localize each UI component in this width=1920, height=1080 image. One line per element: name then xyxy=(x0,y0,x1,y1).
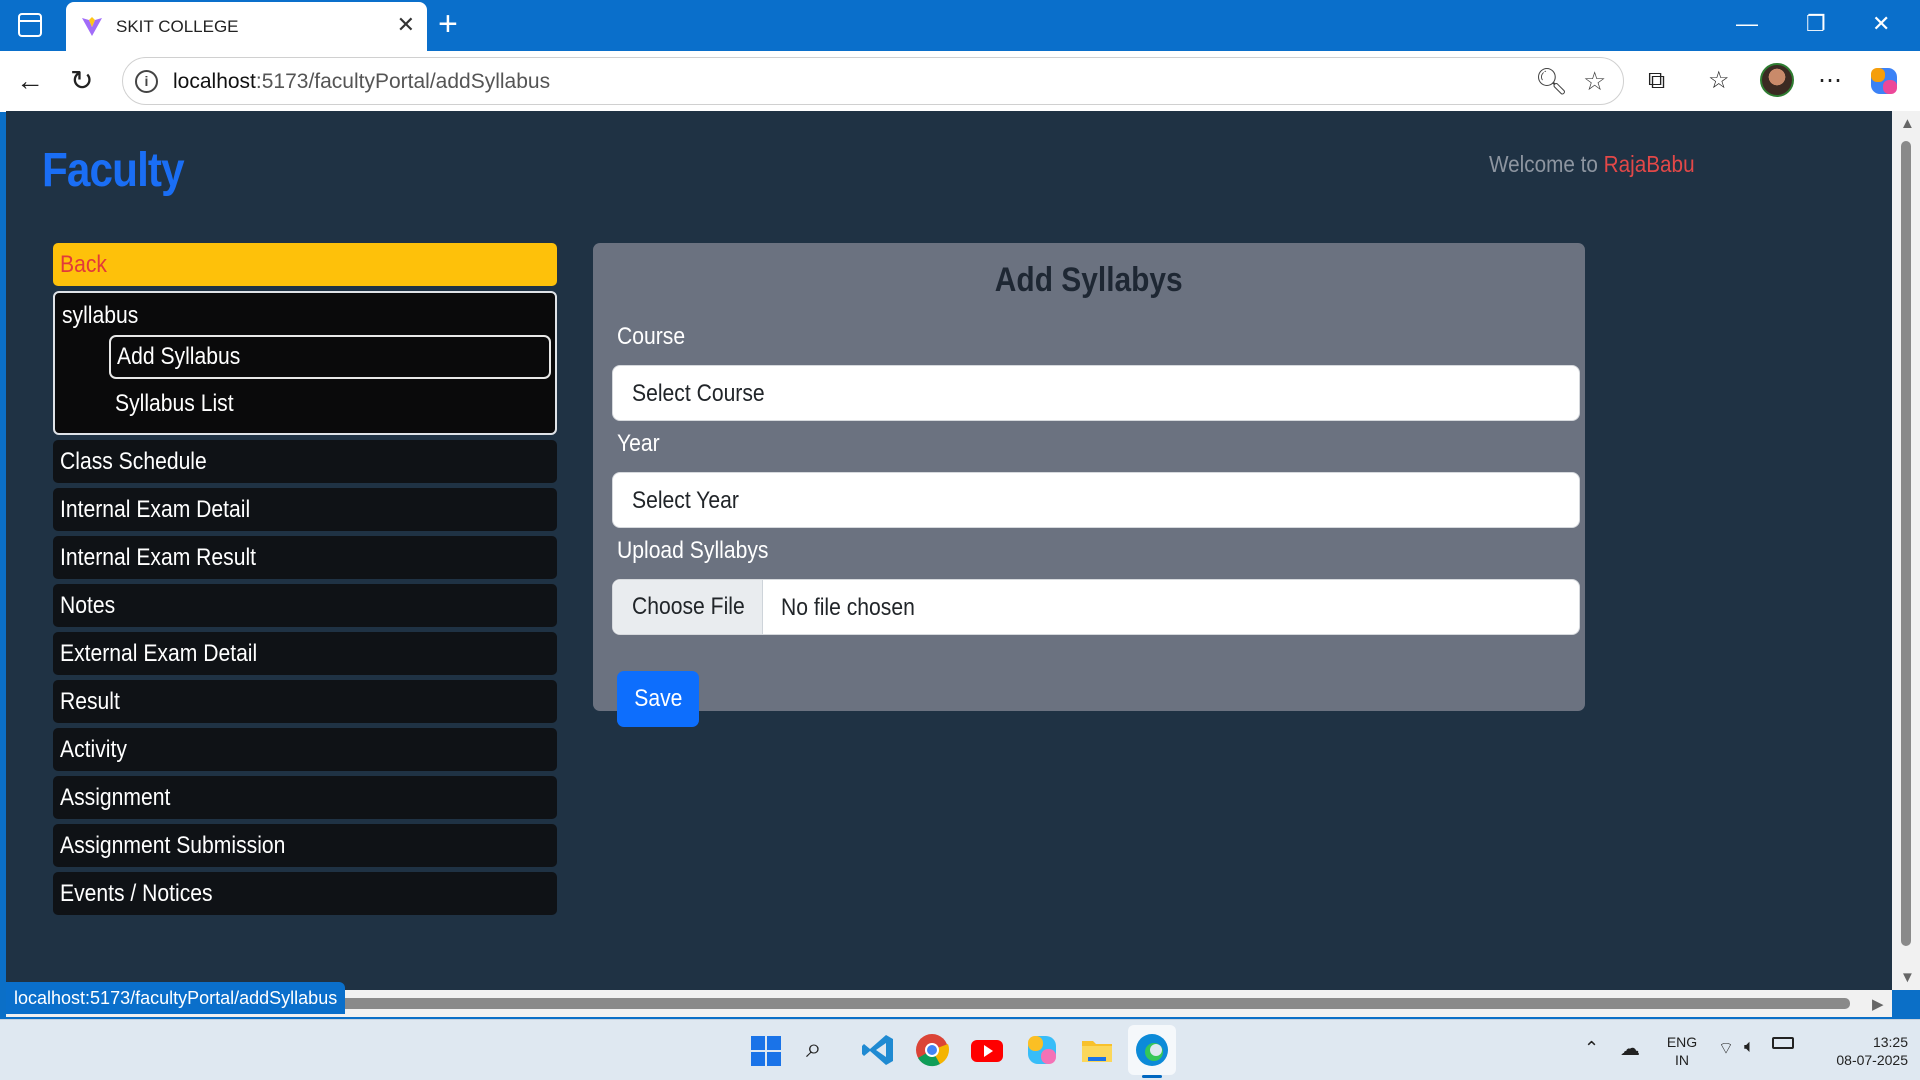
chrome-icon[interactable] xyxy=(914,1032,950,1068)
sidebar-group-syllabus: syllabus Add Syllabus Syllabus List xyxy=(53,291,557,435)
wifi-icon[interactable]: ⌔ xyxy=(1718,1038,1734,1059)
profile-avatar[interactable] xyxy=(1760,63,1794,97)
extensions-icon[interactable]: ⧉ xyxy=(1648,65,1665,97)
sidebar-item-notes[interactable]: Notes xyxy=(53,584,557,627)
clock[interactable]: 13:25 08-07-2025 xyxy=(1808,1033,1908,1069)
save-button[interactable]: Save xyxy=(617,671,699,727)
tray-chevron-icon[interactable]: ⌃ xyxy=(1584,1038,1599,1059)
copilot-app-icon[interactable] xyxy=(1024,1032,1060,1068)
sidebar-item-assignment-submission[interactable]: Assignment Submission xyxy=(53,824,557,867)
more-menu-icon[interactable]: ⋯ xyxy=(1818,65,1842,97)
scroll-right-icon[interactable]: ▶ xyxy=(1872,995,1884,1013)
vertical-scroll-thumb[interactable] xyxy=(1901,141,1911,946)
window-close-icon[interactable]: ✕ xyxy=(1872,10,1890,38)
sidebar-item-result[interactable]: Result xyxy=(53,680,557,723)
windows-start-icon[interactable] xyxy=(751,1036,781,1066)
welcome-message: Welcome to RajaBabu xyxy=(1489,151,1695,177)
status-bar-url: localhost:5173/facultyPortal/addSyllabus xyxy=(6,982,346,1014)
course-label: Course xyxy=(617,323,686,350)
page-viewport: Faculty Welcome to RajaBabu Back syllabu… xyxy=(6,111,1892,990)
file-explorer-icon[interactable] xyxy=(1079,1032,1115,1068)
youtube-icon[interactable] xyxy=(969,1032,1005,1068)
address-bar[interactable]: i localhost:5173/facultyPortal/addSyllab… xyxy=(122,57,1624,105)
course-select[interactable]: Select Course xyxy=(612,365,1580,421)
sidebar-toggle-icon[interactable] xyxy=(18,13,42,37)
sidebar-item-syllabus-list[interactable]: Syllabus List xyxy=(109,383,551,427)
username: RajaBabu xyxy=(1603,151,1695,177)
volume-icon[interactable]: 🔈︎ xyxy=(1744,1036,1755,1057)
vertical-scrollbar[interactable]: ▲ ▼ xyxy=(1892,111,1920,990)
search-icon[interactable]: ⌕ xyxy=(806,1032,822,1065)
year-label: Year xyxy=(617,430,660,457)
file-status: No file chosen xyxy=(781,594,915,621)
sidebar-item-add-syllabus[interactable]: Add Syllabus xyxy=(109,335,551,379)
browser-titlebar: SKIT COLLEGE ✕ + — ❐ ✕ xyxy=(0,0,1920,51)
sidebar-item-internal-exam-detail[interactable]: Internal Exam Detail xyxy=(53,488,557,531)
add-syllabus-form: Add Syllabys Course Select Course Year S… xyxy=(593,243,1585,727)
tab-title: SKIT COLLEGE xyxy=(116,17,239,36)
brand-title: Faculty xyxy=(42,144,185,197)
language-indicator[interactable]: ENG IN xyxy=(1662,1033,1702,1069)
favorites-icon[interactable]: ☆ xyxy=(1708,65,1730,97)
vite-favicon-icon xyxy=(82,17,102,36)
tab-close-icon[interactable]: ✕ xyxy=(397,13,415,37)
sidebar-item-class-schedule[interactable]: Class Schedule xyxy=(53,440,557,483)
reload-icon[interactable]: ↻ xyxy=(70,65,93,97)
scroll-down-icon[interactable]: ▼ xyxy=(1900,969,1915,986)
choose-file-button[interactable]: Choose File xyxy=(613,580,763,634)
new-tab-button[interactable]: + xyxy=(438,6,458,42)
restore-icon[interactable]: ❐ xyxy=(1806,10,1826,38)
url-text[interactable]: localhost:5173/facultyPortal/addSyllabus xyxy=(173,70,550,94)
upload-label: Upload Syllabys xyxy=(617,537,769,564)
browser-navbar: ← ↻ i localhost:5173/facultyPortal/addSy… xyxy=(0,51,1920,112)
form-title: Add Syllabys xyxy=(995,261,1183,299)
favorite-star-icon[interactable]: ☆ xyxy=(1583,67,1606,95)
vscode-icon[interactable] xyxy=(860,1032,896,1068)
sidebar-nav: Back syllabus Add Syllabus Syllabus List… xyxy=(53,243,557,920)
active-app-indicator xyxy=(1142,1075,1162,1078)
minimize-icon[interactable]: — xyxy=(1736,10,1758,38)
scroll-up-icon[interactable]: ▲ xyxy=(1900,115,1915,132)
sidebar-item-assignment[interactable]: Assignment xyxy=(53,776,557,819)
windows-taskbar: ⌕ ⌃ ☁ ENG IN ⌔ 🔈︎ 13:25 08-07-2025 xyxy=(0,1019,1920,1080)
back-arrow-icon[interactable]: ← xyxy=(16,65,44,97)
sidebar-item-events-notices[interactable]: Events / Notices xyxy=(53,872,557,915)
horizontal-scroll-thumb[interactable] xyxy=(336,998,1850,1009)
year-select[interactable]: Select Year xyxy=(612,472,1580,528)
onedrive-cloud-icon[interactable]: ☁ xyxy=(1620,1036,1640,1061)
copilot-icon[interactable] xyxy=(1868,65,1900,97)
site-info-icon[interactable]: i xyxy=(135,70,158,93)
sidebar-item-activity[interactable]: Activity xyxy=(53,728,557,771)
sidebar-item-external-exam-detail[interactable]: External Exam Detail xyxy=(53,632,557,675)
zoom-out-icon[interactable]: 🔍︎ xyxy=(1535,67,1568,95)
sidebar-group-title[interactable]: syllabus xyxy=(59,297,551,335)
back-button[interactable]: Back xyxy=(53,243,557,286)
sidebar-item-internal-exam-result[interactable]: Internal Exam Result xyxy=(53,536,557,579)
battery-icon[interactable] xyxy=(1772,1037,1794,1049)
browser-tab[interactable]: SKIT COLLEGE ✕ xyxy=(66,2,427,51)
edge-icon[interactable] xyxy=(1134,1032,1170,1068)
syllabus-file-input[interactable]: Choose File No file chosen xyxy=(612,579,1580,635)
